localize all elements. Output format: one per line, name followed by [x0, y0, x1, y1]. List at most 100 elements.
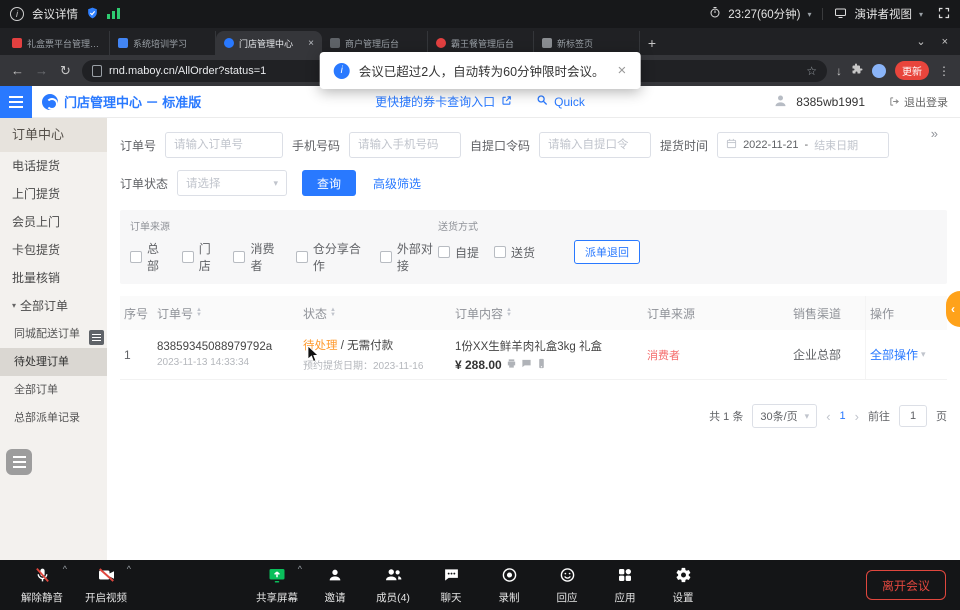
settings-button[interactable]: 设置 — [655, 566, 711, 605]
quick-entry-link[interactable]: 更快捷的券卡查询入口 — [375, 93, 495, 110]
sidebar-item-pending-orders[interactable]: 待处理订单 — [0, 348, 107, 376]
device-icon[interactable] — [536, 358, 547, 372]
sort-icon[interactable]: ▲▼ — [196, 308, 202, 318]
record-button[interactable]: 录制 — [481, 566, 537, 605]
advanced-filter-link[interactable]: 高级筛选 — [373, 175, 421, 192]
order-number[interactable]: 83859345088979792a — [157, 341, 295, 353]
unmute-button[interactable]: 解除静音 ^ — [14, 566, 70, 605]
share-screen-button[interactable]: 共享屏幕 ^ — [249, 566, 305, 605]
mic-options-caret-icon[interactable]: ^ — [63, 564, 67, 574]
forward-icon[interactable]: → — [34, 63, 49, 78]
checkbox-source-external[interactable]: 外部对接 — [380, 240, 438, 274]
security-shield-icon[interactable] — [86, 6, 99, 23]
extensions-icon[interactable] — [851, 63, 863, 78]
network-signal-icon[interactable] — [107, 7, 120, 22]
sort-icon[interactable]: ▲▼ — [506, 308, 512, 318]
current-page[interactable]: 1 — [840, 410, 846, 422]
sidebar-mini-toggle[interactable] — [89, 330, 104, 345]
query-button[interactable]: 查询 — [302, 170, 356, 196]
col-header-order-no[interactable]: 订单号▲▼ — [153, 305, 299, 322]
sidebar-item-door-pickup[interactable]: 上门提货 — [0, 180, 107, 208]
share-options-caret-icon[interactable]: ^ — [298, 564, 302, 574]
prev-page-icon[interactable]: ‹ — [826, 409, 830, 424]
page-security-icon[interactable] — [92, 65, 102, 77]
sidebar-item-card-pickup[interactable]: 卡包提货 — [0, 236, 107, 264]
invite-button[interactable]: 邀请 — [307, 566, 363, 605]
toast-close-icon[interactable]: × — [618, 62, 627, 79]
leave-meeting-button[interactable]: 离开会议 — [866, 570, 946, 600]
checkbox-source-warehouse[interactable]: 仓分享合作 — [296, 240, 365, 274]
print-icon[interactable] — [506, 358, 517, 372]
date-range-picker[interactable]: 2022-11-21 - 结束日期 — [717, 132, 889, 158]
browser-menu-icon[interactable]: ⋮ — [938, 64, 950, 78]
checkbox-source-consumer[interactable]: 消费者 — [233, 240, 280, 274]
meeting-details-label[interactable]: 会议详情 — [32, 6, 78, 22]
fullscreen-icon[interactable] — [938, 7, 950, 22]
sidebar-item-all-orders[interactable]: 全部订单 — [0, 376, 107, 404]
drawer-handle[interactable]: ‹ — [946, 291, 960, 327]
header-user-area: 8385wb1991 退出登录 — [773, 93, 960, 111]
microphone-muted-icon — [34, 566, 51, 587]
checkbox-icon — [296, 251, 308, 263]
date-start-value[interactable]: 2022-11-21 — [743, 139, 798, 151]
floating-menu-widget[interactable] — [6, 449, 32, 475]
sidebar-item-hq-dispatch[interactable]: 总部派单记录 — [0, 404, 107, 432]
order-status-select[interactable]: 请选择 ▾ — [177, 170, 287, 196]
timer-caret-icon[interactable]: ▾ — [807, 10, 811, 19]
video-options-caret-icon[interactable]: ^ — [127, 564, 131, 574]
page-size-select[interactable]: 30条/页 ▾ — [752, 404, 817, 428]
col-header-status[interactable]: 状态▲▼ — [299, 305, 451, 322]
checkbox-self-pickup[interactable]: 自提 — [438, 244, 479, 261]
checkbox-source-store[interactable]: 门店 — [182, 240, 219, 274]
new-tab-button[interactable]: + — [640, 31, 664, 55]
view-mode-label[interactable]: 演讲者视图 — [854, 6, 912, 22]
message-icon[interactable] — [521, 358, 532, 372]
checkbox-source-hq[interactable]: 总部 — [130, 240, 167, 274]
source-filter-panel: 订单来源 总部 门店 消费者 仓分享合作 外部对接 送货方式 自提 送货 派单退… — [120, 210, 947, 284]
sidebar-item-batch-verify[interactable]: 批量核销 — [0, 264, 107, 292]
download-icon[interactable]: ↓ — [836, 64, 842, 78]
chat-button[interactable]: 聊天 — [423, 566, 479, 605]
date-end-placeholder[interactable]: 结束日期 — [814, 137, 858, 153]
dispatch-return-button[interactable]: 派单退回 — [574, 240, 640, 264]
browser-tab[interactable]: 礼盒票平台管理中心 — [4, 31, 110, 55]
browser-tab-active[interactable]: 门店管理中心 × — [216, 31, 322, 55]
sidebar-item-member-visit[interactable]: 会员上门 — [0, 208, 107, 236]
window-close-icon[interactable]: × — [942, 36, 948, 48]
logout-button[interactable]: 退出登录 — [889, 94, 948, 110]
refresh-icon[interactable]: ↻ — [58, 63, 73, 79]
next-page-icon[interactable]: › — [855, 409, 859, 424]
view-mode-caret-icon[interactable]: ▾ — [919, 10, 923, 19]
username[interactable]: 8385wb1991 — [796, 95, 865, 109]
browser-toolbar-icons: ↓ 更新 ⋮ — [836, 61, 950, 80]
browser-update-button[interactable]: 更新 — [895, 61, 929, 80]
goto-page-input[interactable] — [899, 405, 927, 427]
collapse-panel-icon[interactable]: » — [931, 126, 938, 141]
row-actions-dropdown[interactable]: 全部操作 ▾ — [870, 346, 926, 363]
sidebar-item-phone-pickup[interactable]: 电话提货 — [0, 152, 107, 180]
checkbox-delivery[interactable]: 送货 — [494, 244, 535, 261]
back-icon[interactable]: ← — [10, 63, 25, 78]
start-video-button[interactable]: 开启视频 ^ — [78, 566, 134, 605]
pickup-code-label: 自提口令码 — [470, 137, 530, 154]
meeting-info-icon[interactable]: i — [10, 7, 24, 21]
quick-search-label[interactable]: Quick — [554, 95, 585, 109]
col-header-content[interactable]: 订单内容▲▼ — [451, 305, 643, 322]
table-row[interactable]: 1 83859345088979792a 2023-11-13 14:33:34… — [120, 330, 947, 380]
members-button[interactable]: 成员(4) — [365, 566, 421, 605]
phone-input[interactable] — [349, 132, 461, 158]
external-link-icon[interactable] — [501, 95, 512, 109]
bookmark-star-icon[interactable]: ☆ — [806, 64, 817, 78]
pickup-code-input[interactable] — [539, 132, 651, 158]
browser-tab[interactable]: 系统培训学习 — [110, 31, 216, 55]
tab-search-icon[interactable]: ⌄ — [916, 35, 925, 48]
browser-profile-avatar[interactable] — [872, 64, 886, 78]
sidebar-item-all-orders-group[interactable]: ▾ 全部订单 — [0, 292, 107, 320]
search-icon[interactable] — [536, 94, 548, 109]
menu-toggle-button[interactable] — [0, 86, 32, 118]
react-button[interactable]: 回应 — [539, 566, 595, 605]
order-no-input[interactable] — [165, 132, 283, 158]
apps-button[interactable]: 应用 — [597, 566, 653, 605]
sort-icon[interactable]: ▲▼ — [330, 308, 336, 318]
tab-close-icon[interactable]: × — [308, 38, 314, 49]
